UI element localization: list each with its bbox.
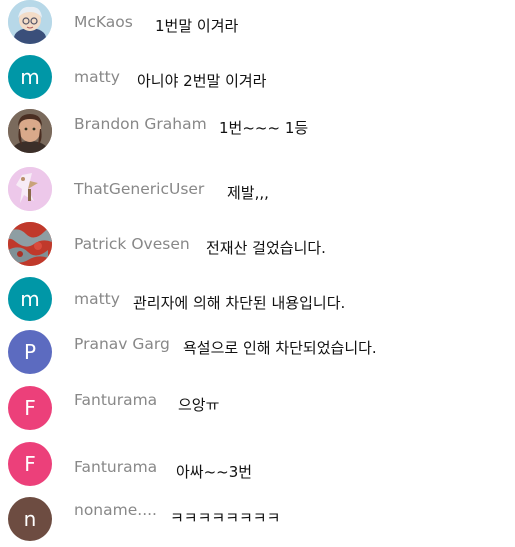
message-author[interactable]: ThatGenericUser — [74, 180, 204, 198]
message-text: 전재산 걸었습니다. — [206, 239, 326, 257]
message-author[interactable]: McKaos — [74, 13, 133, 31]
message-text: 으앙ㅠ — [178, 396, 220, 414]
message-text: 아니야 2번말 이겨라 — [137, 72, 267, 90]
message-author[interactable]: matty — [74, 290, 120, 308]
avatar[interactable]: n — [8, 497, 52, 541]
avatar-letter: F — [24, 396, 36, 420]
message-author[interactable]: Pranav Garg — [74, 335, 170, 353]
avatar[interactable]: P — [8, 330, 52, 374]
avatar[interactable]: F — [8, 442, 52, 486]
message-author[interactable]: Patrick Ovesen — [74, 235, 190, 253]
message-author[interactable]: Fanturama — [74, 458, 157, 476]
message-author[interactable]: noname.... — [74, 501, 157, 519]
chat-message: F Fanturama 으앙ㅠ — [0, 386, 515, 434]
avatar[interactable]: m — [8, 277, 52, 321]
message-text: 욕설으로 인해 차단되었습니다. — [183, 339, 377, 357]
chat-message: P Pranav Garg 욕설으로 인해 차단되었습니다. — [0, 330, 515, 378]
chat-message: n noname.... ㅋㅋㅋㅋㅋㅋㅋㅋ — [0, 497, 515, 545]
chat-message: Brandon Graham 1번~~~ 1등 — [0, 109, 515, 157]
man-photo-avatar[interactable] — [8, 109, 52, 153]
avatar[interactable]: m — [8, 55, 52, 99]
avatar-letter: P — [23, 340, 37, 364]
chat-message: McKaos 1번말 이겨라 — [0, 0, 515, 48]
message-text: 아싸~~3번 — [176, 463, 253, 481]
message-author[interactable]: Fanturama — [74, 391, 157, 409]
avatar-letter: F — [24, 452, 36, 476]
message-text: 제발,,, — [227, 184, 269, 202]
chat-message: ThatGenericUser 제발,,, — [0, 167, 515, 215]
avatar-letter: n — [23, 507, 37, 531]
avatar-letter: m — [20, 287, 40, 311]
avatar[interactable]: F — [8, 386, 52, 430]
message-text: 1번말 이겨라 — [155, 17, 239, 35]
chat-message: F Fanturama 아싸~~3번 — [0, 442, 515, 490]
message-author[interactable]: Brandon Graham — [74, 115, 207, 133]
message-text: ㅋㅋㅋㅋㅋㅋㅋㅋ — [170, 509, 281, 527]
message-text: 관리자에 의해 차단된 내용입니다. — [133, 294, 346, 312]
chat-message: m matty 아니야 2번말 이겨라 — [0, 55, 515, 103]
avatar-letter: m — [20, 65, 40, 89]
chat-message-list: McKaos 1번말 이겨라 m matty 아니야 2번말 이겨라 Brand… — [0, 0, 515, 547]
chat-message: Patrick Ovesen 전재산 걸었습니다. — [0, 222, 515, 270]
message-author[interactable]: matty — [74, 68, 120, 86]
message-text: 1번~~~ 1등 — [219, 119, 309, 137]
pink-illustration-avatar[interactable] — [8, 167, 52, 211]
anime-character-avatar[interactable] — [8, 0, 52, 44]
chat-message: m matty 관리자에 의해 차단된 내용입니다. — [0, 277, 515, 325]
red-pattern-avatar[interactable] — [8, 222, 52, 266]
